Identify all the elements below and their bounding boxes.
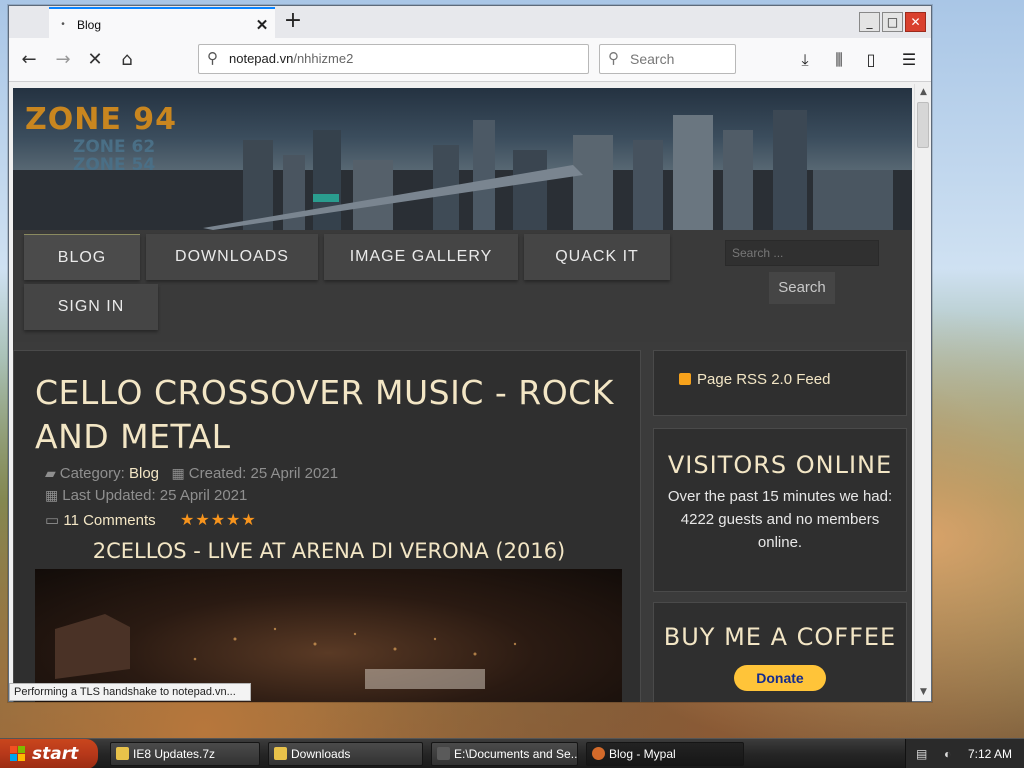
article-title: CELLO CROSSOVER MUSIC - ROCK AND METAL [35, 373, 614, 456]
rss-icon [679, 373, 691, 385]
browser-search-input[interactable]: ⚲ Search [599, 44, 736, 74]
scroll-down-icon[interactable]: ▼ [915, 684, 932, 700]
rating-stars[interactable]: ★★★★★ [180, 510, 257, 529]
windows-flag-icon [10, 746, 25, 761]
menu-icon[interactable]: ☰ [897, 48, 921, 72]
url-path: /nhhizme2 [293, 51, 354, 66]
folder-icon: ▰ [45, 465, 56, 481]
site-search-button[interactable]: Search [769, 272, 835, 304]
task-label: E:\Documents and Se... [454, 747, 578, 761]
coffee-widget: BUY ME A COFFEE Donate [653, 602, 907, 702]
tab-title: Blog [77, 17, 102, 32]
sidebar-icon[interactable]: ▯ [859, 48, 883, 72]
browser-window: • Blog ✕ + _ □ ✕ ← → ✕ ⌂ ⚲ notepad.vn/nh… [8, 5, 932, 702]
tab-close-icon[interactable]: ✕ [249, 16, 275, 34]
window-close-button[interactable]: ✕ [905, 12, 926, 32]
article: CELLO CROSSOVER MUSIC - ROCK AND METAL ▰… [13, 350, 641, 702]
task-label: Blog - Mypal [609, 747, 676, 761]
library-icon[interactable]: ⫼ [827, 48, 851, 72]
start-label: start [32, 744, 79, 764]
start-button[interactable]: start [0, 739, 98, 768]
visitors-widget: VISITORS ONLINE Over the past 15 minutes… [653, 428, 907, 592]
menu-item-blog[interactable]: BLOG [24, 234, 140, 280]
task-label: Downloads [291, 747, 351, 761]
browser-icon [592, 747, 605, 760]
url-bar[interactable]: ⚲ notepad.vn/nhhizme2 [198, 44, 589, 74]
download-icon[interactable]: ⤓ [793, 48, 817, 72]
category-link[interactable]: Blog [129, 465, 159, 482]
folder-icon [116, 747, 129, 760]
task-mypal[interactable]: Blog - Mypal [586, 742, 744, 766]
comments-count: 11 Comments [63, 512, 156, 529]
taskbar: start IE8 Updates.7z Downloads E:\Docume… [0, 738, 1024, 768]
video-title: 2CELLOS - LIVE AT ARENA DI VERONA (2016) [92, 539, 566, 563]
updated-date: Last Updated: 25 April 2021 [62, 487, 248, 504]
calendar-icon: ▦ [45, 487, 59, 503]
rss-widget[interactable]: Page RSS 2.0 Feed [653, 350, 907, 416]
task-downloads[interactable]: Downloads [268, 742, 423, 766]
menu-item-quack-it[interactable]: QUACK IT [524, 234, 670, 280]
created-date: Created: 25 April 2021 [188, 465, 339, 482]
star-icon[interactable]: ★ [211, 510, 226, 529]
comment-icon: ▭ [45, 512, 60, 529]
category-label: Category: [59, 465, 125, 482]
maximize-button[interactable]: □ [882, 12, 903, 32]
status-bar: Performing a TLS handshake to notepad.vn… [9, 683, 251, 701]
back-button[interactable]: ← [15, 48, 43, 72]
star-icon[interactable]: ★ [241, 510, 256, 529]
site-menu: BLOG DOWNLOADS IMAGE GALLERY QUACK IT SI… [13, 230, 912, 342]
browser-search-placeholder: Search [630, 51, 675, 67]
donate-button[interactable]: Donate [734, 665, 826, 691]
tab-strip: • Blog ✕ + _ □ ✕ [9, 6, 931, 40]
coffee-title: BUY ME A COFFEE [663, 623, 897, 651]
stop-button[interactable]: ✕ [81, 48, 109, 72]
article-meta-row-2: ▦ Last Updated: 25 April 2021 [45, 487, 247, 504]
menu-item-sign-in[interactable]: SIGN IN [24, 284, 158, 330]
visitors-text: Over the past 15 minutes we had: 4222 gu… [667, 488, 893, 551]
folder-icon [274, 747, 287, 760]
visitors-title: VISITORS ONLINE [667, 451, 893, 479]
star-icon[interactable]: ★ [226, 510, 241, 529]
tab-blog[interactable]: • Blog ✕ [49, 7, 275, 40]
url-host: notepad.vn [229, 51, 294, 66]
logo-line-2: ZONE 62 [73, 137, 156, 157]
star-icon[interactable]: ★ [195, 510, 210, 529]
rss-link[interactable]: Page RSS 2.0 Feed [697, 371, 830, 388]
star-icon[interactable]: ★ [180, 510, 195, 529]
loading-dot-icon: • [61, 19, 65, 30]
comments-link[interactable]: ▭ 11 Comments [45, 511, 156, 529]
logo-line-1: ZONE 94 [25, 102, 178, 137]
site-search-input[interactable]: Search ... [725, 240, 879, 266]
system-tray: ▤ ◐ 7:12 AM [905, 739, 1024, 768]
task-label: IE8 Updates.7z [133, 747, 216, 761]
scroll-up-icon[interactable]: ▲ [915, 84, 932, 100]
page-viewport: ZONE 94 ZONE 62 ZONE 54 BLOG DOWNLOADS I… [13, 88, 912, 702]
search-icon: ⚲ [207, 50, 218, 67]
site-logo[interactable]: ZONE 94 ZONE 62 ZONE 54 [25, 102, 235, 175]
forward-button[interactable]: → [49, 48, 77, 72]
clock: 7:12 AM [968, 747, 1013, 761]
volume-icon[interactable]: ◐ [944, 739, 951, 768]
vertical-scrollbar[interactable]: ▲ ▼ [914, 84, 931, 700]
scroll-thumb[interactable] [917, 102, 929, 148]
site-header-banner: ZONE 94 ZONE 62 ZONE 54 [13, 88, 912, 230]
calendar-icon: ▦ [171, 465, 185, 481]
menu-item-downloads[interactable]: DOWNLOADS [146, 234, 318, 280]
new-tab-button[interactable]: + [281, 10, 305, 34]
navigation-toolbar: ← → ✕ ⌂ ⚲ notepad.vn/nhhizme2 ⚲ Search ⤓… [9, 38, 931, 82]
task-ie8-updates[interactable]: IE8 Updates.7z [110, 742, 260, 766]
search-icon: ⚲ [608, 50, 619, 67]
keyboard-icon[interactable]: ▤ [916, 739, 927, 768]
task-7zip[interactable]: E:\Documents and Se... [431, 742, 578, 766]
archive-icon [437, 747, 450, 760]
menu-item-image-gallery[interactable]: IMAGE GALLERY [324, 234, 518, 280]
minimize-button[interactable]: _ [859, 12, 880, 32]
logo-line-3: ZONE 54 [73, 155, 156, 175]
article-meta-row-1: ▰ Category: Blog ▦ Created: 25 April 2021 [45, 465, 338, 482]
home-button[interactable]: ⌂ [113, 48, 141, 72]
